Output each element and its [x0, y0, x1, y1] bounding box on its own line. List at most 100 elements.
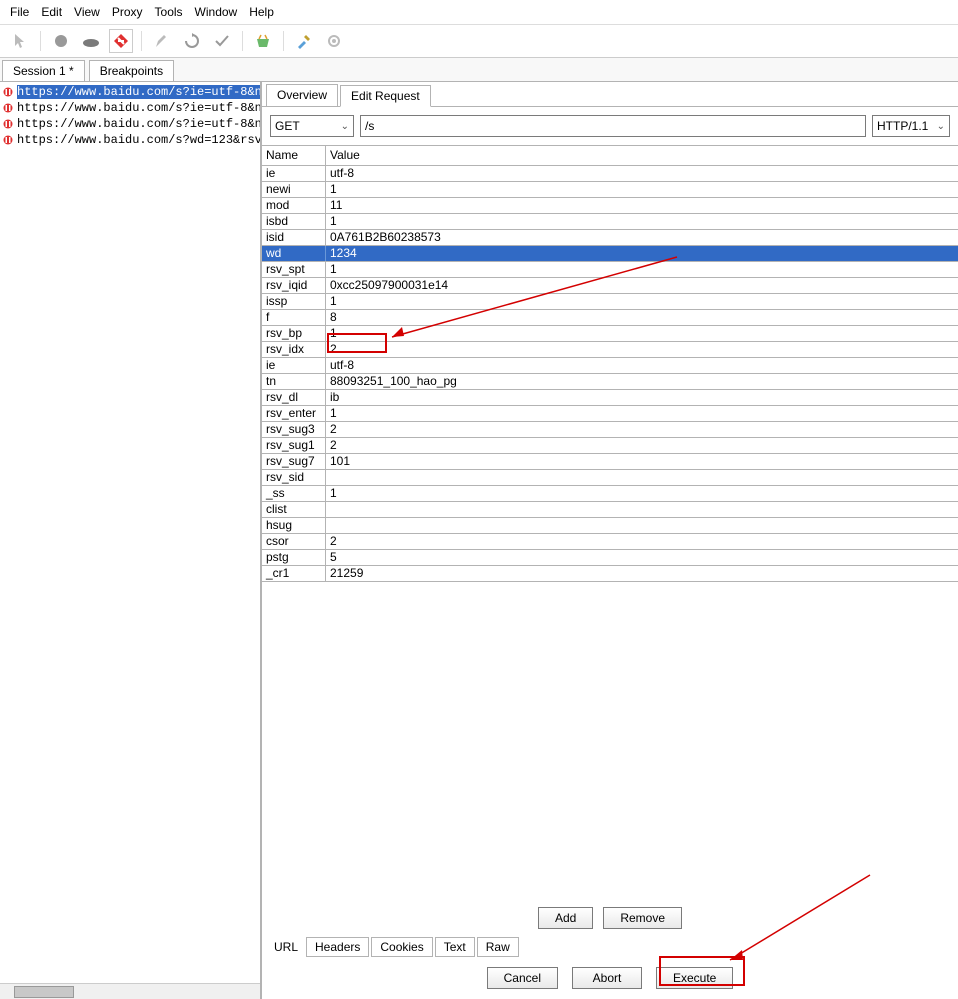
param-row[interactable]: hsug	[262, 518, 958, 534]
basket-icon[interactable]	[251, 29, 275, 53]
method-select[interactable]: GET ⌄	[270, 115, 354, 137]
param-row[interactable]: rsv_sug32	[262, 422, 958, 438]
param-row[interactable]: tn88093251_100_hao_pg	[262, 374, 958, 390]
breakpoint-item[interactable]: https://www.baidu.com/s?ie=utf-8&newi=	[0, 100, 260, 116]
param-value: 1234	[326, 246, 958, 261]
menu-tools[interactable]: Tools	[150, 3, 188, 21]
param-name: isid	[262, 230, 326, 245]
menu-view[interactable]: View	[69, 3, 105, 21]
param-value: 5	[326, 550, 958, 565]
settings-icon[interactable]	[322, 29, 346, 53]
param-row[interactable]: ieutf-8	[262, 166, 958, 182]
param-row[interactable]: rsv_idx2	[262, 342, 958, 358]
param-name: rsv_bp	[262, 326, 326, 341]
repeat-icon[interactable]	[180, 29, 204, 53]
protocol-select[interactable]: HTTP/1.1 ⌄	[872, 115, 950, 137]
edit-icon[interactable]	[150, 29, 174, 53]
param-row[interactable]: pstg5	[262, 550, 958, 566]
menu-help[interactable]: Help	[244, 3, 279, 21]
execute-button[interactable]: Execute	[656, 967, 733, 989]
param-row[interactable]: issp1	[262, 294, 958, 310]
menu-edit[interactable]: Edit	[36, 3, 67, 21]
param-value: 8	[326, 310, 958, 325]
param-value: 1	[326, 406, 958, 421]
param-name: _cr1	[262, 566, 326, 581]
param-name: rsv_sid	[262, 470, 326, 485]
param-name: clist	[262, 502, 326, 517]
body-tab-headers[interactable]: Headers	[306, 937, 369, 957]
param-name: pstg	[262, 550, 326, 565]
header-value: Value	[326, 146, 958, 165]
param-value: 101	[326, 454, 958, 469]
param-name: newi	[262, 182, 326, 197]
tab-edit-request[interactable]: Edit Request	[340, 85, 431, 107]
param-name: rsv_idx	[262, 342, 326, 357]
validate-icon[interactable]	[210, 29, 234, 53]
param-value: 88093251_100_hao_pg	[326, 374, 958, 389]
param-row[interactable]: newi1	[262, 182, 958, 198]
param-row[interactable]: rsv_iqid0xcc25097900031e14	[262, 278, 958, 294]
toolbar	[0, 24, 958, 58]
breakpoint-item[interactable]: https://www.baidu.com/s?wd=123&rsv_spt	[0, 132, 260, 148]
menu-proxy[interactable]: Proxy	[107, 3, 148, 21]
header-name: Name	[262, 146, 326, 165]
param-row[interactable]: rsv_spt1	[262, 262, 958, 278]
chevron-down-icon: ⌄	[937, 121, 945, 132]
param-name: wd	[262, 246, 326, 261]
session-tabbar: Session 1 *Breakpoints	[0, 58, 958, 82]
breakpoint-enabled-icon[interactable]	[109, 29, 133, 53]
param-row[interactable]: wd1234	[262, 246, 958, 262]
param-value: utf-8	[326, 166, 958, 181]
throttle-icon[interactable]	[79, 29, 103, 53]
param-row[interactable]: clist	[262, 502, 958, 518]
param-name: issp	[262, 294, 326, 309]
param-value	[326, 502, 958, 517]
param-name: mod	[262, 198, 326, 213]
param-value: 11	[326, 198, 958, 213]
remove-button[interactable]: Remove	[603, 907, 682, 929]
param-row[interactable]: ieutf-8	[262, 358, 958, 374]
protocol-value: HTTP/1.1	[877, 119, 928, 133]
body-tab-text[interactable]: Text	[435, 937, 475, 957]
body-tab-raw[interactable]: Raw	[477, 937, 519, 957]
table-buttons: Add Remove	[262, 899, 958, 937]
param-row[interactable]: rsv_sug7101	[262, 454, 958, 470]
param-name: rsv_sug3	[262, 422, 326, 437]
cancel-button[interactable]: Cancel	[487, 967, 558, 989]
tools-icon[interactable]	[292, 29, 316, 53]
cursor-icon[interactable]	[8, 29, 32, 53]
param-row[interactable]: csor2	[262, 534, 958, 550]
add-button[interactable]: Add	[538, 907, 593, 929]
path-input[interactable]: /s	[360, 115, 866, 137]
menu-window[interactable]: Window	[190, 3, 243, 21]
body-tab-cookies[interactable]: Cookies	[371, 937, 432, 957]
session-tab-1[interactable]: Breakpoints	[89, 60, 174, 81]
table-header: Name Value	[262, 146, 958, 166]
param-row[interactable]: _cr121259	[262, 566, 958, 582]
tab-overview[interactable]: Overview	[266, 84, 338, 106]
param-value: 2	[326, 342, 958, 357]
param-row[interactable]: rsv_bp1	[262, 326, 958, 342]
params-table: Name Value ieutf-8newi1mod11isbd1isid0A7…	[262, 145, 958, 582]
param-value: 2	[326, 422, 958, 437]
param-value: 1	[326, 486, 958, 501]
param-row[interactable]: f8	[262, 310, 958, 326]
param-row[interactable]: _ss1	[262, 486, 958, 502]
param-row[interactable]: rsv_enter1	[262, 406, 958, 422]
param-row[interactable]: mod11	[262, 198, 958, 214]
abort-button[interactable]: Abort	[572, 967, 642, 989]
param-name: tn	[262, 374, 326, 389]
param-row[interactable]: rsv_sug12	[262, 438, 958, 454]
breakpoint-item[interactable]: https://www.baidu.com/s?ie=utf-8&newi=	[0, 84, 260, 100]
param-row[interactable]: rsv_sid	[262, 470, 958, 486]
record-icon[interactable]	[49, 29, 73, 53]
param-name: rsv_sug7	[262, 454, 326, 469]
menu-file[interactable]: File	[5, 3, 34, 21]
session-tab-0[interactable]: Session 1 *	[2, 60, 85, 81]
param-value: 1	[326, 262, 958, 277]
param-row[interactable]: isbd1	[262, 214, 958, 230]
param-row[interactable]: isid0A761B2B60238573	[262, 230, 958, 246]
param-name: rsv_sug1	[262, 438, 326, 453]
param-row[interactable]: rsv_dlib	[262, 390, 958, 406]
breakpoint-item[interactable]: https://www.baidu.com/s?ie=utf-8&newi=	[0, 116, 260, 132]
